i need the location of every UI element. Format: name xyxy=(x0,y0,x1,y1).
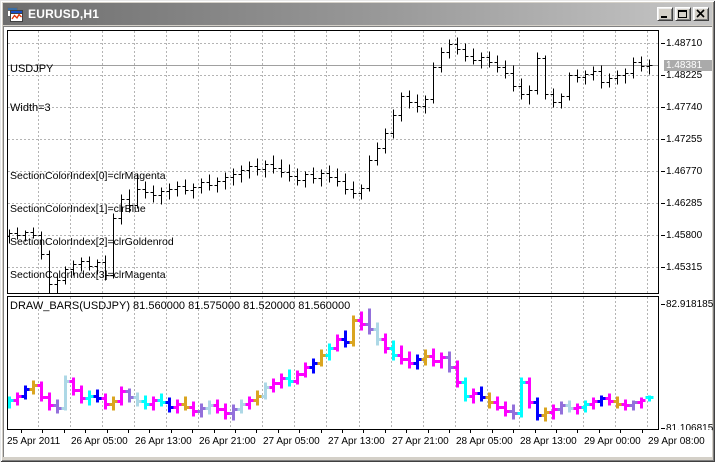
price-scale[interactable]: 1.48710 1.48225 1.47740 1.47255 1.46770 1.462… xyxy=(656,27,714,434)
time-tick xyxy=(513,430,514,433)
minimize-icon xyxy=(661,16,667,18)
price-tick xyxy=(661,75,665,76)
price-tick-label: 1.45800 xyxy=(666,230,703,241)
price-tick xyxy=(661,171,665,172)
overlay-width-label: Width=3 xyxy=(10,102,51,114)
price-tick-label: 1.47255 xyxy=(666,134,703,145)
time-tick xyxy=(642,430,643,433)
time-tick xyxy=(42,430,43,433)
price-tick xyxy=(661,267,665,268)
time-tick xyxy=(149,430,150,433)
time-tick xyxy=(449,430,450,433)
time-tick xyxy=(299,430,300,433)
chart-window: EURUSD,H1 USDJPY Width=3 SectionColorInd… xyxy=(0,0,715,462)
time-tick xyxy=(256,430,257,433)
close-icon xyxy=(696,9,705,18)
indicator-canvas[interactable] xyxy=(8,297,658,429)
price-tick xyxy=(661,107,665,108)
price-tick xyxy=(661,235,665,236)
indicator-value-label: DRAW_BARS(USDJPY) 81.560000 81.575000 81… xyxy=(10,300,351,312)
price-tick-label: 1.47740 xyxy=(666,102,703,113)
chart-overlay-text: USDJPY Width=3 SectionColorIndex[0]=clrM… xyxy=(10,37,192,293)
param-line: SectionColorIndex[3]=clrMagenta xyxy=(10,269,166,281)
chart-client-area: USDJPY Width=3 SectionColorIndex[0]=clrM… xyxy=(3,26,714,457)
price-tick xyxy=(661,304,665,305)
time-tick xyxy=(64,430,65,433)
time-scale[interactable]: 25 Apr 2011 26 Apr 05:00 26 Apr 13:00 26 Ap… xyxy=(4,430,712,456)
minimize-button[interactable] xyxy=(657,7,673,21)
main-chart-panel[interactable]: USDJPY Width=3 SectionColorIndex[0]=clrM… xyxy=(7,30,659,294)
time-tick xyxy=(535,430,536,433)
title-bar[interactable]: EURUSD,H1 xyxy=(3,3,712,25)
price-tick xyxy=(661,428,665,429)
close-button[interactable] xyxy=(693,7,709,21)
price-tick-label: 1.46770 xyxy=(666,166,703,177)
price-tick-label: 1.48225 xyxy=(666,70,703,81)
time-tick-label: 29 Apr 00:00 xyxy=(584,436,641,447)
price-tick xyxy=(661,203,665,204)
indicator-max-label: 82.918185 xyxy=(666,299,714,310)
price-tick xyxy=(661,43,665,44)
time-tick xyxy=(428,430,429,433)
time-tick xyxy=(128,430,129,433)
time-tick-label: 27 Apr 05:00 xyxy=(263,436,320,447)
price-tick-label: 1.48710 xyxy=(666,38,703,49)
time-tick xyxy=(321,430,322,433)
time-tick xyxy=(278,430,279,433)
chart-window-icon xyxy=(7,7,23,22)
time-tick-label: 26 Apr 21:00 xyxy=(199,436,256,447)
time-tick-label: 25 Apr 2011 xyxy=(7,436,61,447)
overlay-symbol-label: USDJPY xyxy=(10,63,54,75)
indicator-params: SectionColorIndex[0]=clrMagenta SectionC… xyxy=(10,149,192,293)
bid-price-box: 1.48381 xyxy=(664,60,712,71)
time-tick xyxy=(599,430,600,433)
time-tick xyxy=(620,430,621,433)
time-tick xyxy=(107,430,108,433)
window-controls xyxy=(655,7,709,21)
param-line: SectionColorIndex[1]=clrBlue xyxy=(10,203,146,215)
time-tick xyxy=(577,430,578,433)
time-tick xyxy=(363,430,364,433)
param-line: SectionColorIndex[2]=clrGoldenrod xyxy=(10,236,174,248)
param-line: SectionColorIndex[0]=clrMagenta xyxy=(10,170,166,182)
indicator-panel[interactable]: DRAW_BARS(USDJPY) 81.560000 81.575000 81… xyxy=(7,296,659,430)
price-tick-label: 1.45315 xyxy=(666,262,703,273)
time-tick xyxy=(385,430,386,433)
time-tick xyxy=(470,430,471,433)
time-tick xyxy=(556,430,557,433)
price-tick-label: 1.46285 xyxy=(666,198,703,209)
time-tick xyxy=(171,430,172,433)
time-tick xyxy=(406,430,407,433)
maximize-icon xyxy=(678,10,687,18)
time-tick xyxy=(214,430,215,433)
time-tick xyxy=(492,430,493,433)
screen: { "window": { "title": "EURUSD,H1", "ico… xyxy=(0,0,715,462)
time-tick xyxy=(192,430,193,433)
time-tick xyxy=(85,430,86,433)
time-tick xyxy=(21,430,22,433)
time-tick-label: 26 Apr 13:00 xyxy=(135,436,192,447)
time-tick-label: 27 Apr 13:00 xyxy=(328,436,385,447)
window-title: EURUSD,H1 xyxy=(28,7,100,21)
time-tick-label: 28 Apr 05:00 xyxy=(456,436,513,447)
time-tick-label: 28 Apr 13:00 xyxy=(520,436,577,447)
time-tick xyxy=(235,430,236,433)
time-tick-label: 26 Apr 05:00 xyxy=(71,436,128,447)
maximize-button[interactable] xyxy=(675,7,691,21)
time-tick-label: 27 Apr 21:00 xyxy=(392,436,449,447)
time-tick-label: 29 Apr 08:00 xyxy=(648,436,705,447)
price-tick xyxy=(661,139,665,140)
time-tick xyxy=(342,430,343,433)
